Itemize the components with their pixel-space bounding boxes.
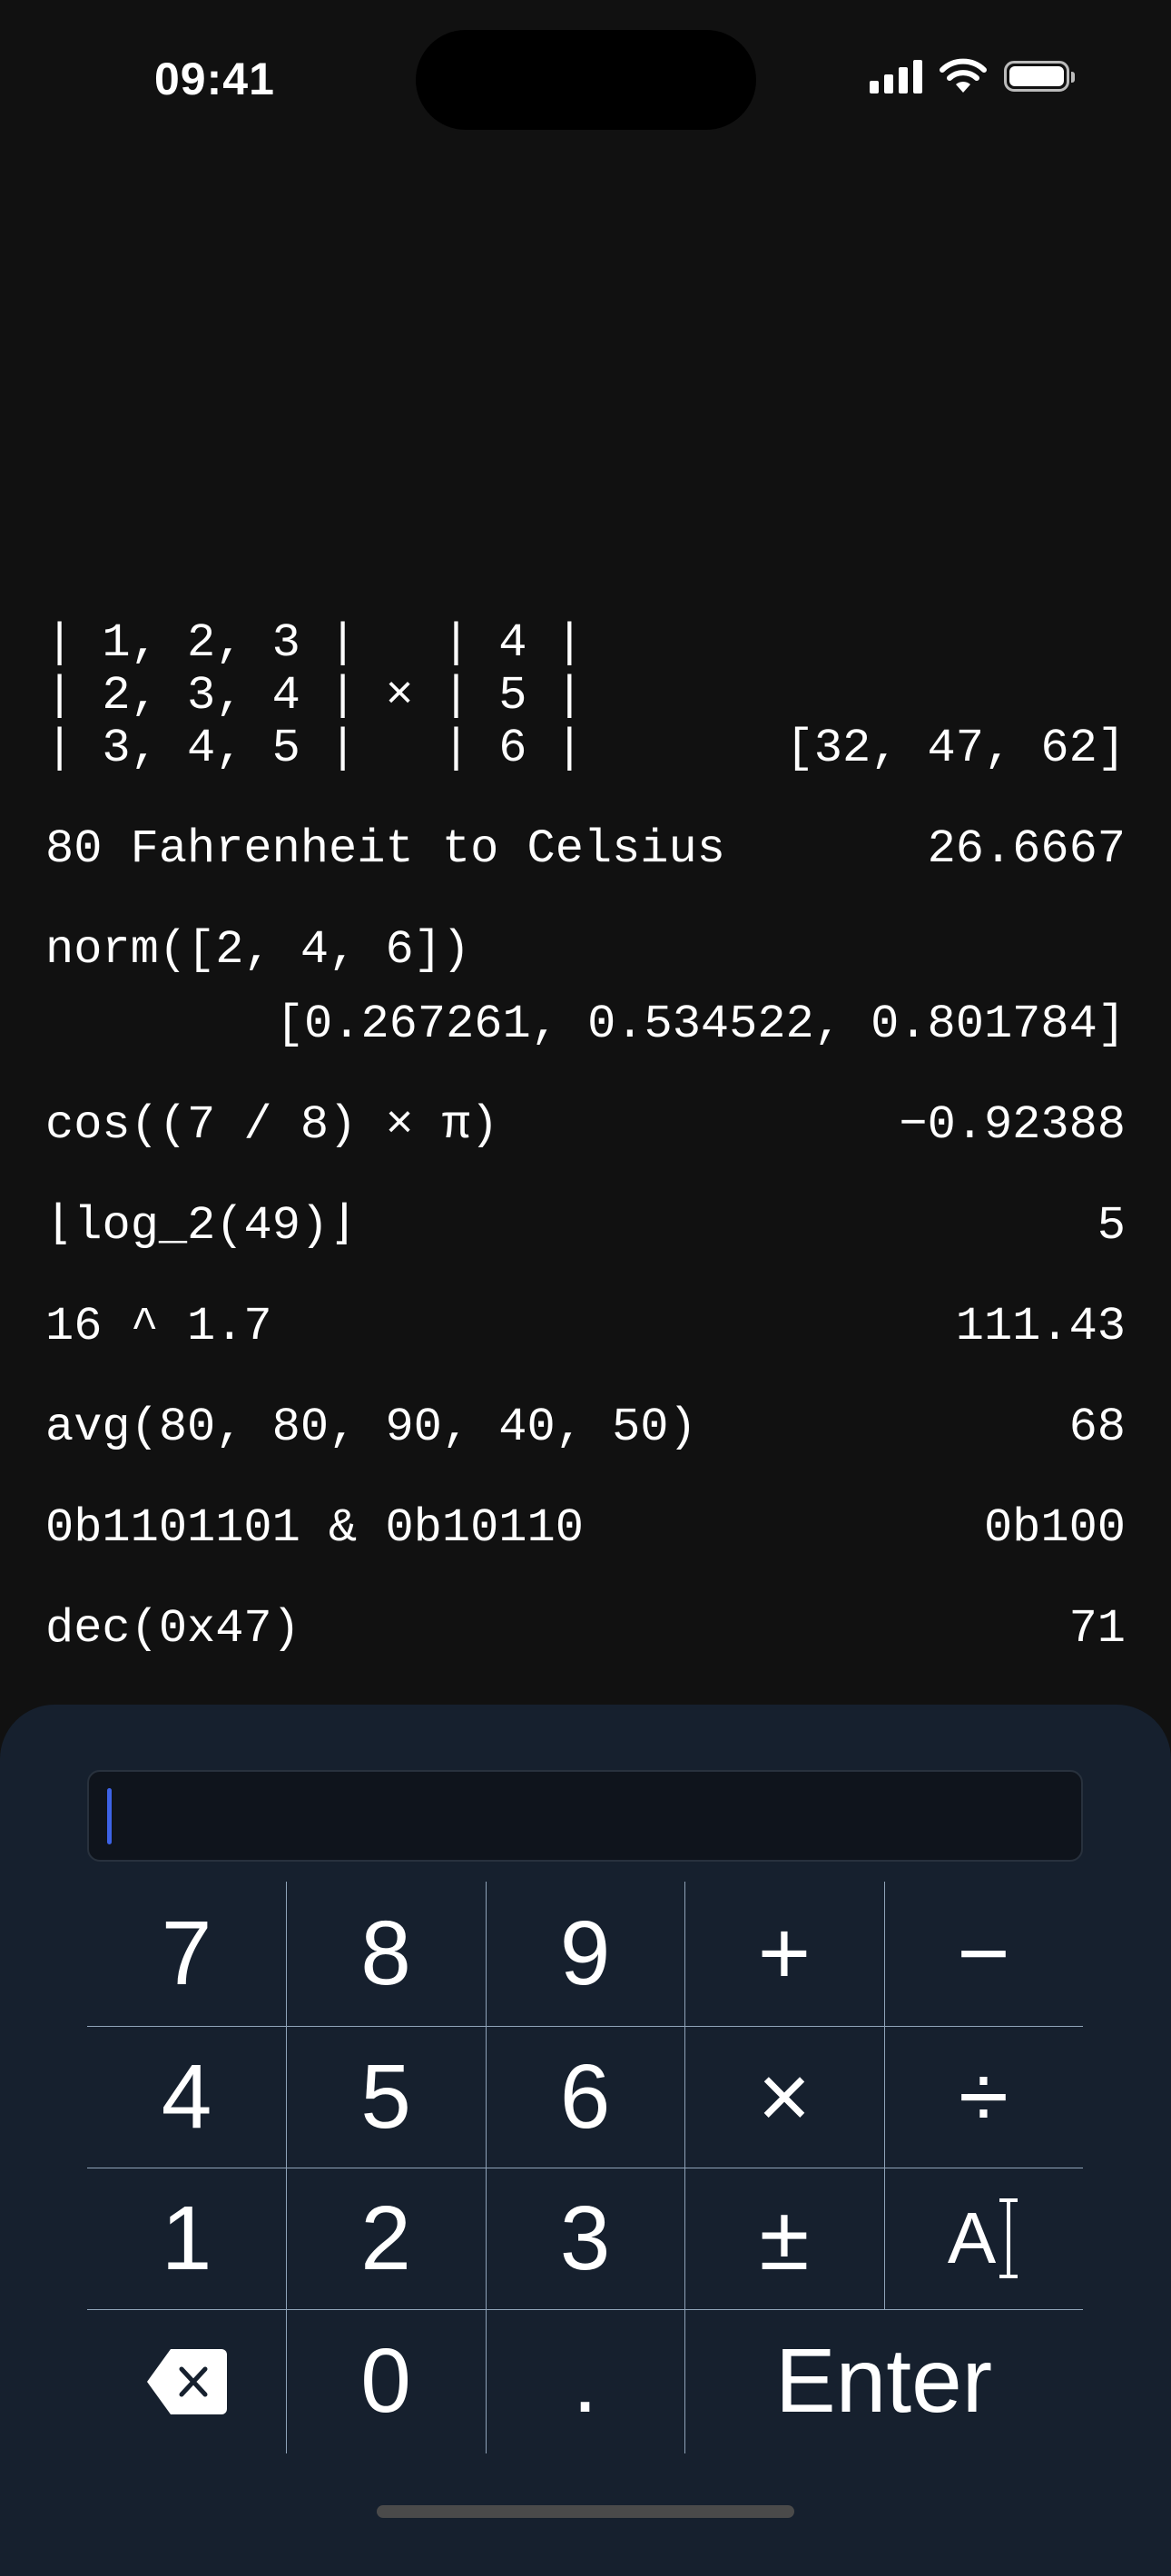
history-entry[interactable]: cos((7 / 8) × π) −0.92388	[45, 1099, 1126, 1152]
key-2[interactable]: 2	[286, 2168, 486, 2309]
history-expression: 0b1101101 & 0b10110	[45, 1501, 584, 1555]
history-expression: | 1, 2, 3 | | 4 | | 2, 3, 4 | × | 5 | | …	[45, 616, 584, 775]
history-result: 71	[1068, 1602, 1126, 1656]
history-expression: ⌊log_2(49)⌋	[45, 1199, 358, 1253]
history-entry[interactable]: | 1, 2, 3 | | 4 | | 2, 3, 4 | × | 5 | | …	[45, 617, 1126, 775]
status-icons	[870, 58, 1075, 94]
history-entry[interactable]: norm([2, 4, 6]) [0.267261, 0.534522, 0.8…	[45, 924, 1126, 1051]
history-result: 68	[1068, 1401, 1126, 1454]
key-divide[interactable]: ÷	[884, 2026, 1083, 2168]
key-3[interactable]: 3	[486, 2168, 684, 2309]
text-mode-label: A	[947, 2197, 997, 2278]
key-4[interactable]: 4	[87, 2026, 286, 2168]
backspace-button[interactable]	[87, 2309, 286, 2453]
key-1[interactable]: 1	[87, 2168, 286, 2309]
history-result: [32, 47, 62]	[785, 722, 1126, 775]
history-result: 111.43	[955, 1300, 1126, 1353]
history-entry[interactable]: 16 ^ 1.7 111.43	[45, 1301, 1126, 1353]
key-plus-minus[interactable]: ±	[684, 2168, 884, 2309]
text-caret	[107, 1788, 112, 1844]
history-result: [0.267261, 0.534522, 0.801784]	[275, 998, 1126, 1051]
history-result: 5	[1097, 1199, 1126, 1253]
key-0[interactable]: 0	[286, 2309, 486, 2453]
history-entry[interactable]: ⌊log_2(49)⌋ 5	[45, 1200, 1126, 1253]
history-expression: dec(0x47)	[45, 1602, 300, 1656]
key-text-mode[interactable]: A	[884, 2168, 1083, 2309]
history-expression: 80 Fahrenheit to Celsius	[45, 822, 725, 876]
history-result: 26.6667	[927, 822, 1126, 876]
key-6[interactable]: 6	[486, 2026, 684, 2168]
key-multiply[interactable]: ×	[684, 2026, 884, 2168]
history-entry[interactable]: 80 Fahrenheit to Celsius 26.6667	[45, 823, 1126, 876]
history-expression: 16 ^ 1.7	[45, 1300, 272, 1353]
expression-input[interactable]	[87, 1770, 1083, 1862]
key-7[interactable]: 7	[87, 1882, 286, 2026]
cellular-signal-icon	[870, 59, 922, 93]
history-result: −0.92388	[899, 1098, 1126, 1152]
wifi-icon	[940, 58, 987, 93]
key-decimal[interactable]: .	[486, 2309, 684, 2453]
history-result: 0b100	[983, 1501, 1126, 1555]
key-5[interactable]: 5	[286, 2026, 486, 2168]
key-plus[interactable]: +	[684, 1882, 884, 2026]
history-expression: cos((7 / 8) × π)	[45, 1098, 499, 1152]
dynamic-island	[416, 30, 756, 130]
home-indicator[interactable]	[377, 2505, 794, 2518]
history-expression: norm([2, 4, 6])	[45, 923, 471, 977]
keypad-grid: 7 8 9 + − 4 5 6 × ÷ 1 2 3 ± A 0 . Enter	[87, 1882, 1083, 2453]
enter-button[interactable]: Enter	[684, 2309, 1083, 2453]
battery-icon	[1004, 61, 1075, 92]
history-entry[interactable]: 0b1101101 & 0b10110 0b100	[45, 1502, 1126, 1555]
key-9[interactable]: 9	[486, 1882, 684, 2026]
history-entry[interactable]: dec(0x47) 71	[45, 1603, 1126, 1656]
text-cursor-icon	[999, 2198, 1018, 2278]
history-entry[interactable]: avg(80, 80, 90, 40, 50) 68	[45, 1401, 1126, 1454]
backspace-icon	[146, 2348, 227, 2414]
history-expression: avg(80, 80, 90, 40, 50)	[45, 1401, 697, 1454]
key-8[interactable]: 8	[286, 1882, 486, 2026]
key-minus[interactable]: −	[884, 1882, 1083, 2026]
status-time: 09:41	[154, 54, 275, 104]
history-list: | 1, 2, 3 | | 4 | | 2, 3, 4 | × | 5 | | …	[45, 617, 1126, 1704]
